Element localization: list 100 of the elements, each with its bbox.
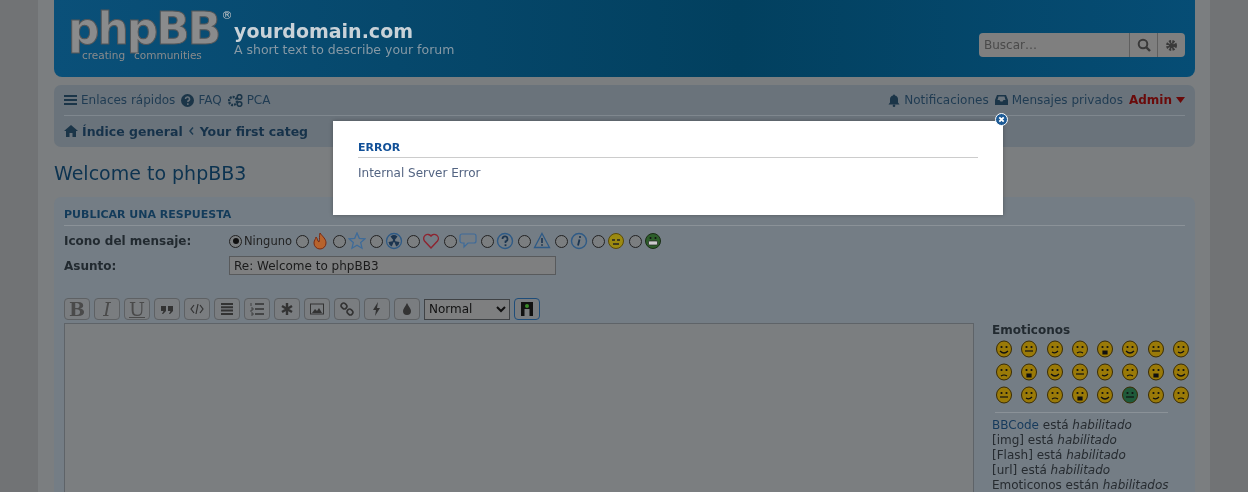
star-icon <box>348 232 366 250</box>
smiley-icon[interactable] <box>1121 340 1140 358</box>
list-button[interactable] <box>214 298 240 320</box>
emoticons-heading: Emoticonos <box>992 323 1072 337</box>
logo-tagline: creating <box>82 49 126 61</box>
numbered-list-icon <box>250 302 264 316</box>
menu-link[interactable]: Enlaces rápidos <box>64 93 176 107</box>
smiley-icon[interactable] <box>1121 363 1140 381</box>
bell-link[interactable]: Notificaciones <box>888 93 989 107</box>
asterisk-icon <box>280 302 294 316</box>
smiley-icon[interactable] <box>1121 386 1140 404</box>
asterisk-button[interactable] <box>274 298 300 320</box>
menu-icon <box>64 94 77 106</box>
smiley-icon[interactable] <box>995 363 1013 381</box>
smiley-icon[interactable] <box>1045 363 1064 381</box>
status-text: Emoticonos están habilitados <box>992 478 1168 492</box>
smiley-icon[interactable] <box>1070 386 1089 404</box>
list-icon <box>220 302 234 316</box>
code-icon <box>190 302 204 316</box>
radio-button[interactable] <box>370 234 383 248</box>
radio-button[interactable] <box>629 234 642 248</box>
link-button[interactable] <box>334 298 360 320</box>
smiley-icon[interactable] <box>995 340 1013 358</box>
inbox-icon <box>994 94 1008 106</box>
question-icon <box>496 232 514 250</box>
warning-icon <box>533 232 551 250</box>
radio-button[interactable] <box>555 234 568 248</box>
status-text: [Flash] está habilitado <box>992 448 1127 463</box>
smiley-icon[interactable] <box>995 386 1013 404</box>
radiation-icon <box>385 232 403 250</box>
smiley-icon <box>607 232 625 250</box>
smiley-icon[interactable] <box>1172 363 1191 381</box>
image-icon <box>310 302 324 316</box>
smiley-icon[interactable] <box>1070 340 1089 358</box>
registered-mark: ® <box>221 10 233 22</box>
radio-button[interactable] <box>296 234 309 248</box>
flash-button[interactable] <box>364 298 390 320</box>
breadcrumb-link[interactable]: Your first categ <box>199 123 309 139</box>
search-button[interactable] <box>1129 33 1157 57</box>
color-icon <box>520 302 534 316</box>
numbered-list-button[interactable] <box>244 298 270 320</box>
smiley-icon[interactable] <box>1146 340 1165 358</box>
search-icon <box>1136 38 1151 52</box>
smiley-icon[interactable] <box>1020 340 1039 358</box>
drop-icon <box>400 302 414 316</box>
smiley-icon[interactable] <box>1096 363 1115 381</box>
code-button[interactable] <box>184 298 210 320</box>
dialog-title: ERROR <box>358 141 978 158</box>
field-label: Asunto: <box>64 258 118 273</box>
smiley-icon[interactable] <box>1020 386 1039 404</box>
smiley-icon[interactable] <box>1096 340 1115 358</box>
radio-button[interactable] <box>481 234 494 248</box>
site-description: A short text to describe your forum <box>234 42 456 57</box>
smiley-icon[interactable] <box>1070 363 1089 381</box>
smiley-icon[interactable] <box>1172 340 1191 358</box>
settings-icon <box>1165 38 1178 52</box>
radio-button[interactable] <box>229 234 242 248</box>
inbox-link[interactable]: Mensajes privados <box>994 93 1123 107</box>
field-label: Icono del mensaje: <box>64 234 193 248</box>
smiley-icon[interactable] <box>1045 340 1064 358</box>
drop-button[interactable] <box>394 298 420 320</box>
radio-button[interactable] <box>407 234 420 248</box>
breadcrumb-link[interactable]: Índice general <box>64 123 183 139</box>
smiley-icon[interactable] <box>1146 386 1165 404</box>
radio-button[interactable] <box>518 234 531 248</box>
radio-label: Ninguno <box>244 234 292 248</box>
home-icon <box>64 125 78 137</box>
link-icon <box>340 302 354 316</box>
question-icon <box>181 93 195 107</box>
bell-icon <box>888 93 901 107</box>
status-text: está habilitado <box>1041 418 1132 432</box>
smiley-icon[interactable] <box>1020 363 1039 381</box>
heart-icon <box>422 232 440 250</box>
radio-button[interactable] <box>444 234 457 248</box>
radio-button[interactable] <box>333 234 346 248</box>
gears-icon <box>227 93 243 107</box>
site-title[interactable]: yourdomain.com <box>234 20 413 42</box>
error-message: Internal Server Error <box>358 166 482 180</box>
smiley-icon[interactable] <box>1172 386 1191 404</box>
font-size-select[interactable]: Normal <box>424 298 510 320</box>
caret-icon <box>1176 97 1185 103</box>
smiley-icon[interactable] <box>1045 386 1064 404</box>
status-text: [img] está habilitado <box>992 433 1118 448</box>
status-text: [url] está habilitado <box>992 463 1112 478</box>
chevron-icon <box>188 127 194 135</box>
help-link[interactable]: FAQ <box>181 93 222 107</box>
info-icon <box>570 232 588 250</box>
color-button[interactable] <box>514 298 540 320</box>
gears-link[interactable]: PCA <box>227 93 271 107</box>
subject-field[interactable]: Re: Welcome to phpBB3 <box>229 256 556 275</box>
quote-button[interactable] <box>154 298 180 320</box>
user-menu[interactable]: Admin <box>1128 93 1185 107</box>
radio-button[interactable] <box>592 234 605 248</box>
smiley-icon[interactable] <box>1146 363 1165 381</box>
bbcode-link[interactable]: BBCode <box>992 418 1039 432</box>
image-button[interactable] <box>304 298 330 320</box>
smiley-icon[interactable] <box>1096 386 1115 404</box>
speech-bubble-icon <box>459 232 477 250</box>
settings-button[interactable] <box>1157 33 1185 57</box>
grin-icon <box>644 232 662 250</box>
